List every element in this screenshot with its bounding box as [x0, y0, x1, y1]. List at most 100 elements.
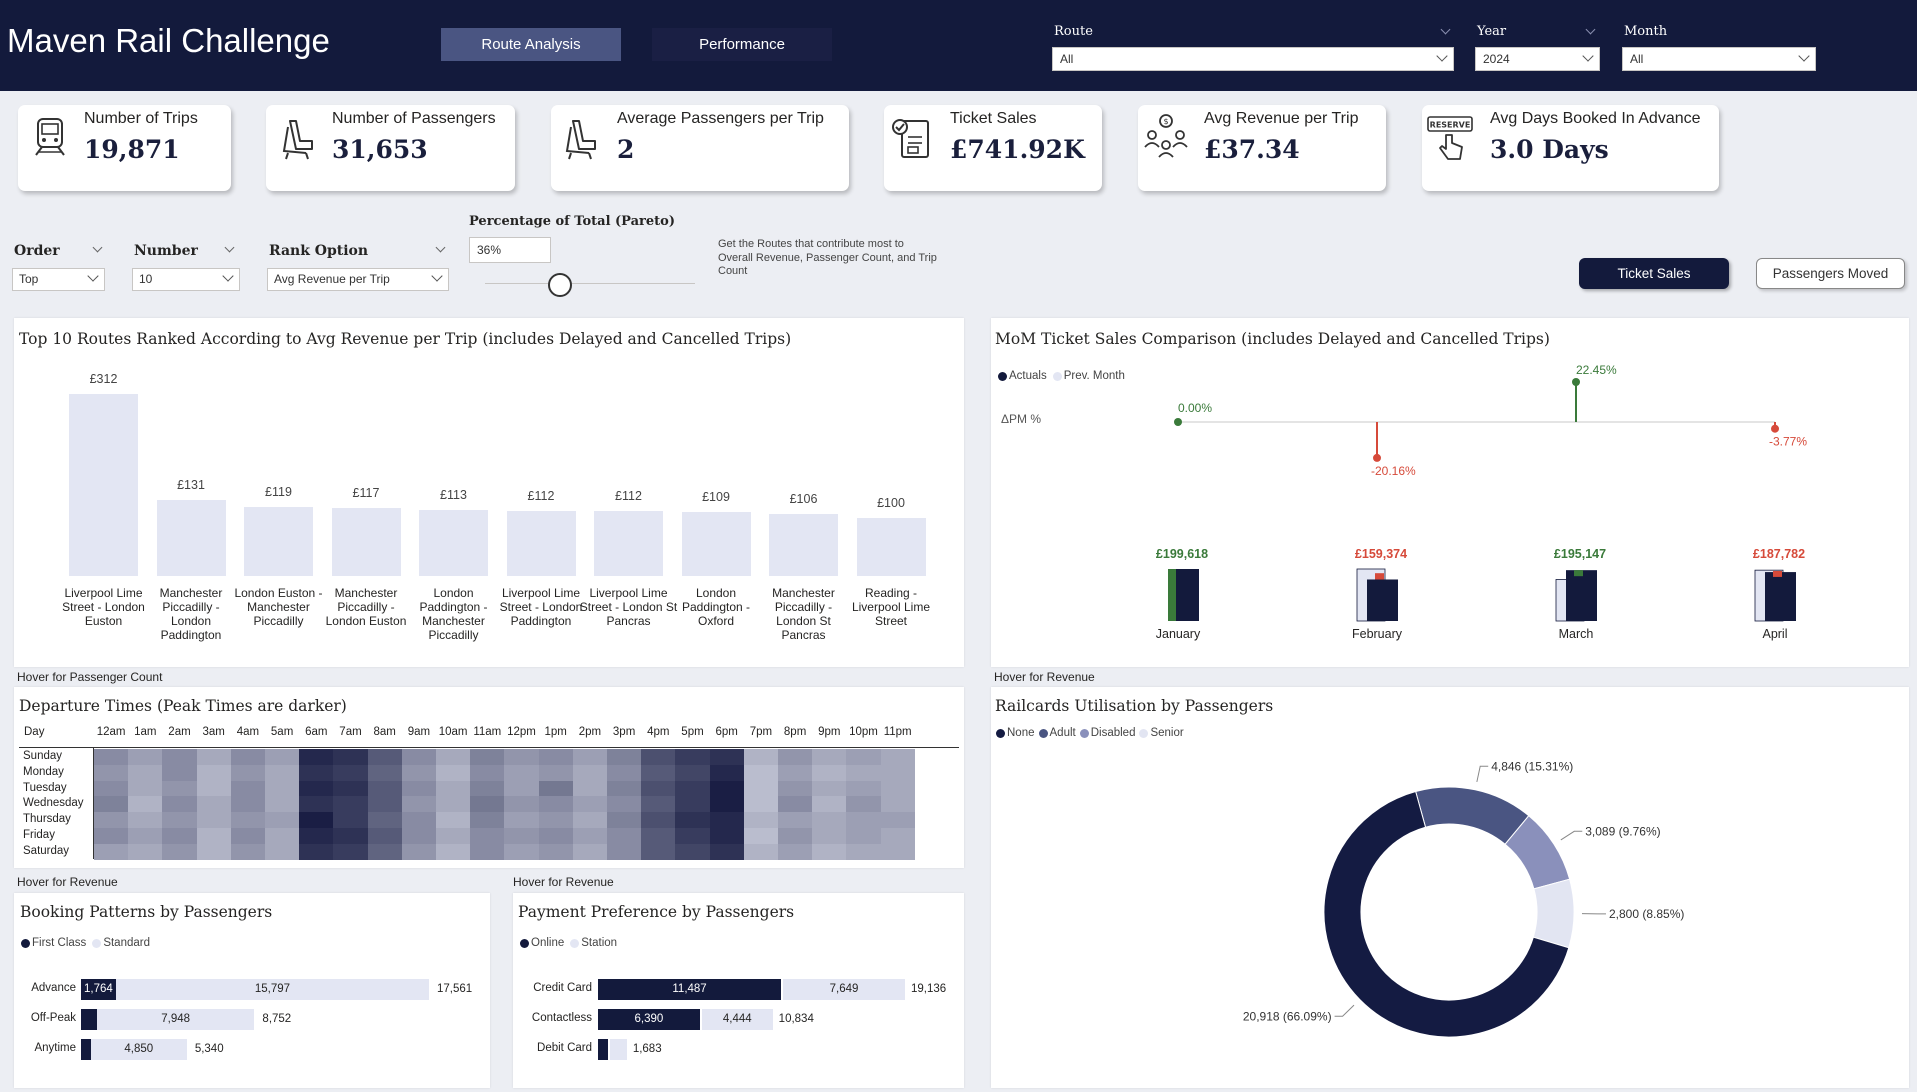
first-class-bar: 1,764	[81, 979, 116, 1000]
pm-dot	[1373, 453, 1381, 462]
heatmap-cell	[265, 764, 300, 782]
chevron-down-icon[interactable]	[92, 242, 103, 253]
pareto-slider-track[interactable]	[485, 283, 695, 284]
heatmap-cell	[230, 780, 266, 797]
route-slicer[interactable]: All	[1052, 47, 1454, 71]
heatmap-cell	[162, 764, 198, 782]
hover-hint: Hover for Revenue	[17, 875, 118, 889]
chevron-down-icon[interactable]	[435, 242, 446, 253]
passengers-moved-toggle[interactable]: Passengers Moved	[1756, 258, 1905, 289]
route-bar-value: £119	[265, 484, 292, 499]
heatmap-cell	[162, 828, 198, 845]
heatmap-cell	[94, 828, 129, 845]
people-money-icon: $	[1144, 114, 1188, 158]
heatmap-cell	[572, 764, 608, 782]
heatmap-cell	[778, 749, 813, 766]
heatmap-cell	[504, 780, 540, 797]
route-bar-value: £106	[789, 492, 818, 507]
hour-label: 10am	[438, 726, 468, 738]
order-slicer[interactable]: Top	[12, 268, 105, 291]
route-bar	[156, 499, 226, 576]
heatmap-cell	[436, 749, 471, 766]
month-slicer[interactable]: All	[1622, 47, 1816, 71]
svg-text:RESERVE: RESERVE	[1430, 121, 1471, 130]
route-bar-value: £312	[89, 372, 118, 386]
tab-route-analysis[interactable]: Route Analysis	[441, 28, 621, 61]
heatmap-cell	[709, 780, 745, 797]
heatmap-cell	[743, 780, 779, 797]
hour-label: 8am	[373, 726, 396, 738]
tab-performance[interactable]: Performance	[652, 28, 832, 61]
pareto-slider-handle[interactable]	[548, 273, 572, 297]
booking-total: 8,752	[262, 1013, 292, 1025]
heatmap-cell	[162, 796, 198, 813]
heatmap-cell	[367, 828, 403, 845]
route-label: London Paddington - Manchester Piccadill…	[419, 586, 488, 642]
pm-dot	[1174, 418, 1182, 426]
number-value: 10	[139, 272, 153, 286]
booking-row-label: Anytime	[34, 1042, 76, 1054]
heatmap-cell	[333, 780, 369, 797]
station-bar: 7,649	[783, 979, 905, 1000]
kpi-label: Number of Passengers	[332, 110, 496, 127]
rank-option-slicer[interactable]: Avg Revenue per Trip	[267, 268, 449, 291]
pareto-input[interactable]: 36%	[469, 237, 551, 263]
standard-bar: 7,948	[96, 1009, 255, 1030]
first-class-bar	[81, 1009, 97, 1030]
kpi-value: 19,871	[84, 135, 180, 164]
kpi-card-avg-revenue: $ Avg Revenue per Trip £37.34	[1138, 105, 1386, 191]
hour-label: 6am	[305, 726, 328, 738]
heatmap-cell	[367, 780, 403, 797]
hover-hint: Hover for Revenue	[994, 670, 1095, 684]
donut-data-label: 2,800 (8.85%)	[1609, 907, 1684, 921]
chevron-down-icon	[87, 270, 99, 282]
heatmap-cell	[196, 796, 232, 813]
heatmap-cell	[846, 796, 882, 813]
heatmap-cell	[504, 828, 540, 845]
kpi-card-avg-days: RESERVE Avg Days Booked In Advance 3.0 D…	[1422, 105, 1719, 191]
seat-icon	[282, 120, 313, 160]
ticket-sales-toggle[interactable]: Ticket Sales	[1579, 258, 1729, 289]
heatmap-cell	[880, 764, 916, 782]
departures-card: Departure Times (Peak Times are darker) …	[14, 687, 964, 868]
heatmap-cell	[162, 780, 198, 797]
heatmap-cell	[709, 749, 745, 766]
heatmap-cell	[333, 812, 369, 829]
heatmap-cell	[675, 780, 711, 797]
actual-bar	[1765, 572, 1796, 621]
heatmap-cell	[401, 764, 437, 782]
day-label: Friday	[23, 829, 55, 841]
heatmap-cell	[607, 780, 642, 797]
pm-label: 0.00%	[1178, 401, 1212, 415]
heatmap-cell	[230, 828, 266, 845]
heatmap-cell	[846, 843, 882, 861]
heatmap-cell	[880, 843, 916, 861]
hour-label: 9pm	[818, 726, 841, 738]
month-slicer-value: All	[1630, 52, 1644, 66]
heatmap-cell	[128, 812, 163, 829]
chevron-down-icon[interactable]	[224, 242, 235, 253]
route-label: London Paddington - Oxford	[681, 586, 751, 628]
route-bar	[594, 510, 663, 576]
online-bar	[598, 1039, 608, 1060]
heatmap-cell	[641, 843, 676, 861]
hover-hint: Hover for Revenue	[513, 875, 614, 889]
number-slicer[interactable]: 10	[132, 268, 240, 291]
heatmap-cell	[128, 749, 163, 766]
pareto-label: Percentage of Total (Pareto)	[469, 214, 675, 229]
year-slicer[interactable]: 2024	[1475, 47, 1600, 71]
heatmap-cell	[367, 812, 403, 829]
heatmap-cell	[709, 812, 745, 829]
actual-bar	[1566, 570, 1597, 621]
heatmap-cell	[230, 749, 266, 766]
kpi-value: £741.92K	[950, 135, 1085, 164]
heatmap-cell	[880, 749, 916, 766]
heatmap-corner: Day	[24, 726, 45, 738]
pareto-note: Get the Routes that contribute most to O…	[718, 238, 937, 277]
heatmap-cell	[778, 828, 813, 845]
heatmap-cell	[504, 764, 540, 782]
heatmap-cell	[812, 828, 847, 845]
heatmap-cell	[743, 843, 779, 861]
heatmap-cell	[299, 796, 334, 813]
month-slicer-label: Month	[1624, 24, 1668, 39]
